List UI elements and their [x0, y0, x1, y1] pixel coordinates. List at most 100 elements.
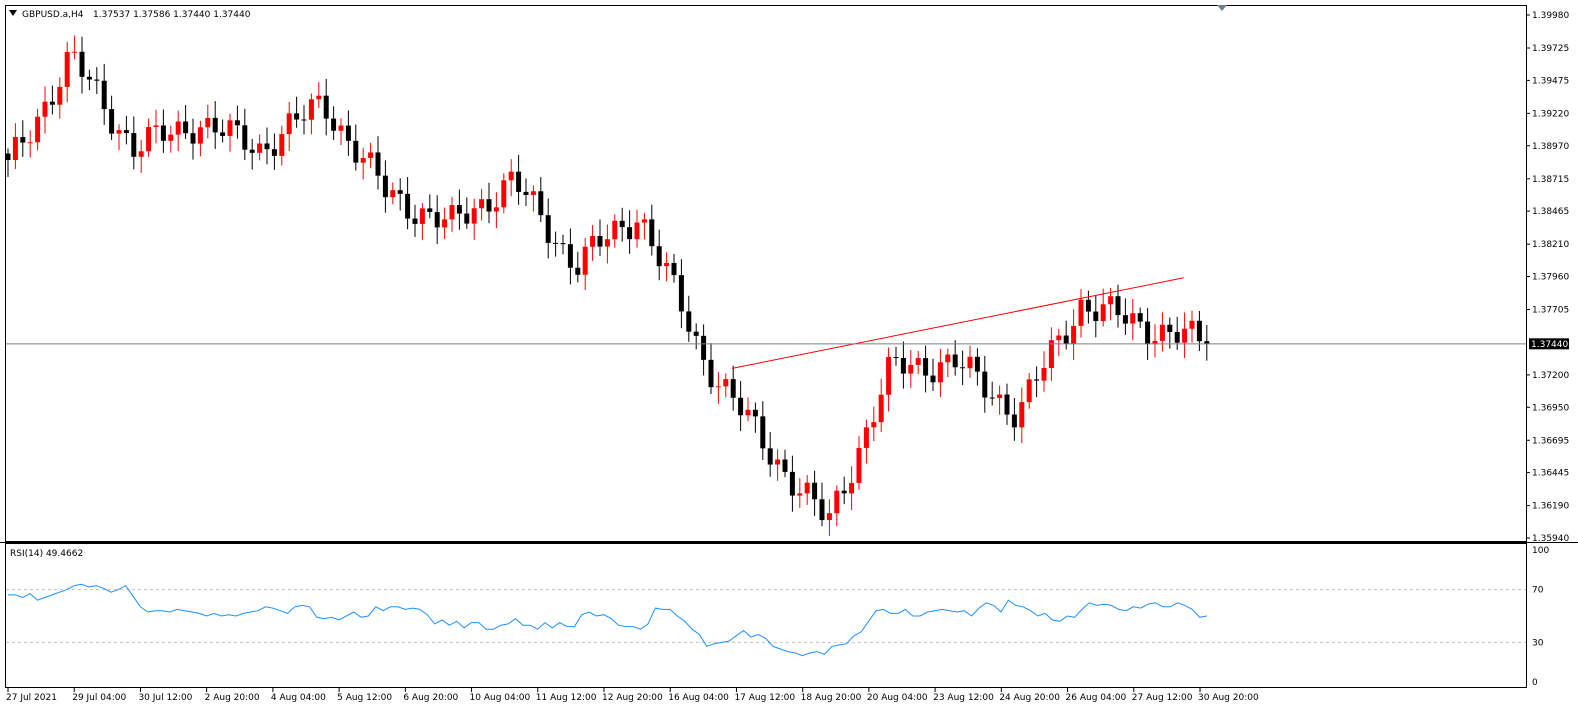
candle-body	[338, 125, 344, 131]
candlestick-series	[5, 35, 1210, 536]
candle-body	[671, 262, 677, 276]
candle-body	[190, 133, 196, 144]
candle-body	[294, 113, 300, 120]
price-tick-label: 1.39475	[1532, 76, 1569, 86]
candle-body	[109, 109, 115, 134]
candle-body	[538, 191, 544, 216]
candle-body	[323, 95, 329, 119]
time-tick-label: 12 Aug 20:00	[602, 693, 663, 703]
time-tick-label: 23 Aug 12:00	[933, 693, 994, 703]
candle-body	[886, 357, 892, 395]
price-tick-label: 1.39220	[1532, 109, 1569, 119]
price-tick-label: 1.36445	[1532, 469, 1569, 479]
candle-body	[257, 143, 263, 153]
candle-body	[138, 151, 144, 157]
candle-body	[908, 364, 914, 374]
candle-body	[530, 191, 536, 195]
candle-body	[234, 120, 240, 126]
candle-body	[264, 143, 270, 150]
candle-body	[1056, 335, 1062, 341]
candle-body	[619, 220, 625, 228]
candle-body	[982, 371, 988, 398]
candle-body	[1122, 315, 1128, 324]
candle-body	[937, 362, 943, 383]
candle-body	[205, 117, 211, 128]
candle-body	[94, 79, 100, 81]
symbol-label: GBPUSD.a,H4	[22, 10, 84, 20]
candle-body	[826, 513, 832, 521]
candle-body	[730, 379, 736, 398]
candle-body	[412, 218, 418, 224]
shift-marker-icon[interactable]	[1217, 5, 1227, 11]
candle-body	[930, 375, 936, 383]
time-tick-label: 30 Jul 12:00	[138, 693, 192, 703]
candle-body	[1063, 335, 1069, 344]
price-tick-label: 1.36950	[1532, 403, 1569, 413]
candle-body	[49, 101, 55, 105]
candle-body	[678, 275, 684, 312]
time-tick-label: 27 Jul 2021	[6, 693, 57, 703]
time-tick-label: 30 Aug 20:00	[1198, 693, 1259, 703]
candle-body	[641, 219, 647, 223]
candle-body	[64, 52, 70, 87]
candle-body	[656, 246, 662, 267]
price-tick-label: 1.39980	[1532, 11, 1569, 21]
candle-body	[634, 222, 640, 240]
candle-body	[316, 95, 322, 100]
time-axis: 27 Jul 2021 29 Jul 04:00 30 Jul 12:00 2 Aug…	[6, 688, 1259, 703]
candle-body	[197, 127, 203, 144]
candle-body	[1011, 414, 1017, 428]
candle-body	[168, 134, 174, 141]
trendline-layer[interactable]	[731, 277, 1184, 369]
candle-body	[227, 120, 233, 136]
candle-body	[442, 219, 448, 228]
candle-body	[545, 215, 551, 243]
price-tick-label: 1.38210	[1532, 240, 1569, 250]
candle-body	[945, 354, 951, 363]
candle-body	[701, 335, 707, 360]
candle-body	[863, 427, 869, 448]
candle-body	[301, 119, 307, 121]
candle-body	[775, 459, 781, 465]
candle-body	[479, 199, 485, 209]
candle-body	[1048, 340, 1054, 369]
candle-body	[767, 448, 773, 465]
candle-body	[123, 130, 129, 134]
candle-body	[752, 409, 758, 417]
candle-body	[1196, 320, 1202, 342]
price-tick-label: 1.37960	[1532, 273, 1569, 283]
candle-body	[1174, 332, 1180, 343]
candle-body	[27, 142, 33, 144]
trendline[interactable]	[731, 277, 1184, 369]
candle-body	[582, 246, 588, 275]
candle-body	[841, 490, 847, 494]
candle-body	[893, 357, 899, 359]
price-tick-label: 1.38715	[1532, 175, 1569, 185]
candle-body	[560, 243, 566, 245]
time-tick-label: 10 Aug 04:00	[470, 693, 531, 703]
candle-body	[72, 51, 78, 53]
candle-body	[286, 113, 292, 135]
candle-body	[12, 137, 18, 160]
candle-body	[35, 116, 41, 143]
candle-body	[1115, 296, 1121, 316]
candle-body	[153, 125, 159, 127]
time-tick-label: 29 Jul 04:00	[72, 693, 126, 703]
candle-body	[649, 219, 655, 247]
candle-body	[5, 153, 11, 160]
price-tick-label: 1.39725	[1532, 44, 1569, 54]
candle-body	[360, 158, 366, 163]
candle-body	[708, 359, 714, 388]
candle-body	[308, 99, 314, 120]
candle-body	[101, 80, 107, 110]
time-tick-label: 20 Aug 04:00	[867, 693, 928, 703]
candle-body	[819, 499, 825, 521]
candle-body	[20, 137, 26, 143]
rsi-tick-label: 70	[1532, 586, 1544, 596]
price-tick-label: 1.36695	[1532, 436, 1569, 446]
candle-body	[590, 236, 596, 247]
candle-body	[1093, 311, 1099, 322]
candle-body	[1004, 394, 1010, 415]
candle-body	[146, 126, 152, 152]
chart-menu-triangle-icon[interactable]	[9, 10, 17, 16]
